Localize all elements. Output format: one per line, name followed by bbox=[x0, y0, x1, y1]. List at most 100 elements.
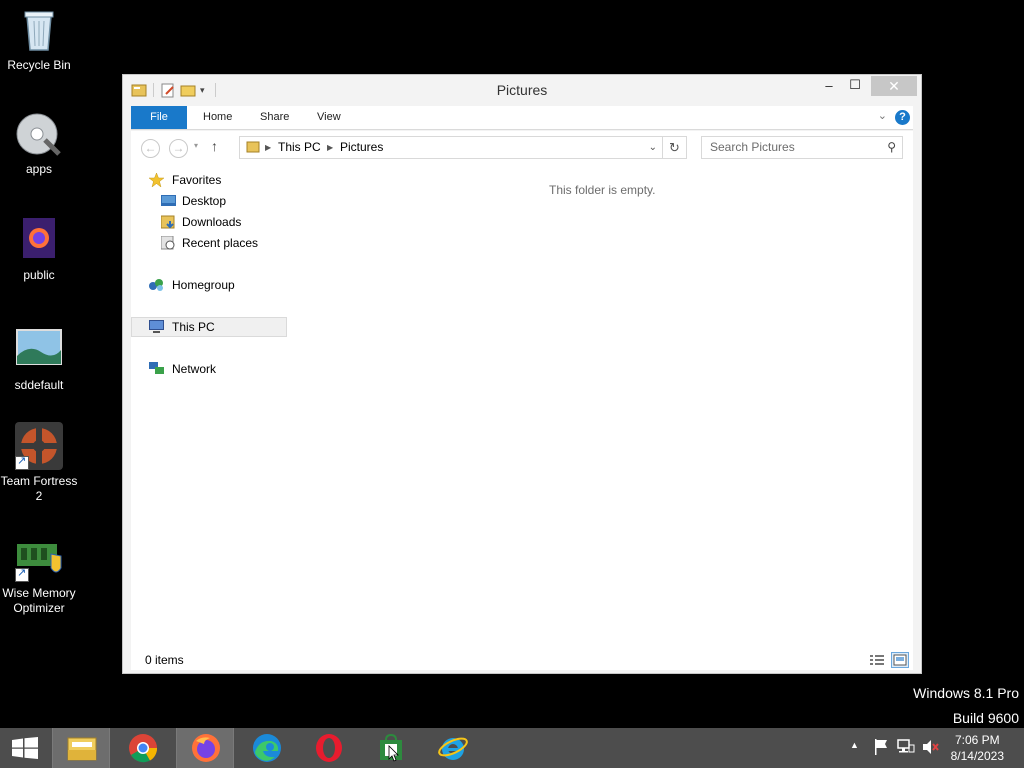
address-dropdown-icon[interactable]: ⌄ bbox=[649, 137, 657, 158]
search-input[interactable]: Search Pictures ⚲ bbox=[701, 136, 903, 159]
title-bar[interactable]: ▾ Pictures – ☐ ✕ bbox=[123, 75, 921, 105]
desktop-icon-wise-memory-optimizer[interactable]: Wise Memory Optimizer bbox=[0, 534, 78, 616]
back-button[interactable]: ← bbox=[141, 139, 160, 158]
content-area: Favorites Desktop Downloads Recent place… bbox=[131, 165, 913, 650]
nav-network[interactable]: Network bbox=[131, 359, 287, 379]
explorer-window: ▾ Pictures – ☐ ✕ File Home Share View ⌄ … bbox=[122, 74, 922, 674]
breadcrumb-this-pc[interactable]: This PC bbox=[278, 137, 321, 158]
computer-icon bbox=[149, 320, 164, 334]
ribbon-tabs: File Home Share View ⌄ ? bbox=[131, 106, 913, 130]
search-icon: ⚲ bbox=[887, 140, 896, 154]
up-button[interactable]: ↑ bbox=[211, 138, 218, 154]
os-edition-watermark: Windows 8.1 Pro bbox=[913, 685, 1019, 701]
taskbar-internet-explorer[interactable] bbox=[424, 728, 482, 768]
clock-date: 8/14/2023 bbox=[950, 749, 1004, 763]
desktop-icon-recycle-bin[interactable]: Recycle Bin bbox=[0, 6, 78, 73]
desktop-icon-label: sddefault bbox=[14, 378, 64, 392]
status-bar: 0 items bbox=[131, 650, 913, 670]
os-build-watermark: Build 9600 bbox=[952, 710, 1019, 726]
recent-locations-icon[interactable]: ▾ bbox=[194, 141, 198, 150]
start-button[interactable] bbox=[0, 728, 52, 768]
taskbar-file-explorer[interactable] bbox=[52, 728, 110, 768]
edge-icon bbox=[253, 734, 281, 762]
nav-homegroup[interactable]: Homegroup bbox=[131, 275, 287, 295]
taskbar-edge[interactable] bbox=[238, 728, 296, 768]
close-button[interactable]: ✕ bbox=[871, 76, 917, 96]
homegroup-icon bbox=[149, 278, 164, 292]
maximize-button[interactable]: ☐ bbox=[841, 74, 869, 96]
nav-label: Desktop bbox=[182, 194, 227, 208]
nav-label: This PC bbox=[172, 320, 215, 334]
desktop-icon-label: Wise Memory Optimizer bbox=[2, 586, 76, 615]
large-icons-view-icon[interactable] bbox=[891, 652, 909, 668]
refresh-button[interactable]: ↻ bbox=[663, 136, 687, 159]
address-bar[interactable]: ▶ This PC ▶ Pictures ⌄ bbox=[239, 136, 663, 159]
taskbar: ▲ 7:06 PM 8/14/2023 bbox=[0, 728, 1024, 768]
tab-view[interactable]: View bbox=[315, 106, 343, 129]
windows-logo-icon bbox=[12, 737, 38, 759]
forward-button[interactable]: → bbox=[169, 139, 188, 158]
item-count: 0 items bbox=[145, 653, 184, 667]
recent-places-icon bbox=[160, 235, 176, 250]
memory-chip-icon bbox=[15, 534, 63, 582]
firefox-file-icon bbox=[15, 216, 63, 264]
desktop-icon-public[interactable]: public bbox=[0, 216, 78, 283]
desktop-icon-sddefault[interactable]: sddefault bbox=[0, 326, 78, 393]
nav-desktop[interactable]: Desktop bbox=[131, 191, 287, 211]
nav-label: Favorites bbox=[172, 173, 222, 187]
search-placeholder: Search Pictures bbox=[710, 140, 795, 154]
nav-favorites[interactable]: Favorites bbox=[131, 170, 287, 190]
action-center-flag-icon[interactable] bbox=[873, 738, 889, 768]
desktop-icon-label: Recycle Bin bbox=[7, 58, 71, 72]
navigation-pane: Favorites Desktop Downloads Recent place… bbox=[131, 165, 287, 650]
nav-downloads[interactable]: Downloads bbox=[131, 212, 287, 232]
opera-icon bbox=[316, 734, 342, 762]
minimize-button[interactable]: – bbox=[815, 75, 843, 97]
network-icon bbox=[149, 362, 164, 376]
taskbar-opera[interactable] bbox=[300, 728, 358, 768]
system-clock[interactable]: 7:06 PM 8/14/2023 bbox=[951, 732, 1004, 764]
downloads-folder-icon bbox=[160, 215, 176, 229]
shortcut-arrow-icon bbox=[15, 566, 29, 582]
clock-time: 7:06 PM bbox=[954, 733, 1000, 747]
window-title: Pictures bbox=[496, 82, 548, 98]
breadcrumb-pictures[interactable]: Pictures bbox=[340, 137, 383, 158]
nav-label: Network bbox=[172, 362, 217, 376]
taskbar-chrome[interactable] bbox=[114, 728, 172, 768]
file-explorer-icon bbox=[67, 737, 97, 761]
tab-file[interactable]: File bbox=[131, 106, 187, 129]
details-view-icon[interactable] bbox=[868, 652, 886, 668]
volume-muted-icon[interactable] bbox=[922, 739, 940, 768]
breadcrumb-separator-icon[interactable]: ▶ bbox=[265, 137, 271, 158]
desktop-folder-icon bbox=[161, 194, 176, 208]
expand-ribbon-icon[interactable]: ⌄ bbox=[878, 109, 887, 122]
nav-label: Homegroup bbox=[172, 278, 235, 292]
desktop-icon-apps[interactable]: apps bbox=[0, 110, 78, 177]
chrome-icon bbox=[129, 734, 158, 763]
taskbar-wise-memory-optimizer[interactable] bbox=[362, 728, 420, 768]
desktop-icon-label: apps bbox=[25, 162, 53, 176]
desktop-icon-label: public bbox=[23, 268, 55, 282]
image-thumbnail-icon bbox=[15, 326, 63, 374]
disc-icon bbox=[15, 110, 63, 158]
desktop-icon-team-fortress-2[interactable]: Team Fortress 2 bbox=[0, 422, 78, 504]
tab-share[interactable]: Share bbox=[258, 106, 291, 129]
show-hidden-icons-button[interactable]: ▲ bbox=[850, 740, 859, 768]
nav-label: Downloads bbox=[182, 215, 242, 229]
star-icon bbox=[148, 172, 165, 188]
team-fortress-icon bbox=[15, 422, 63, 470]
tab-home[interactable]: Home bbox=[201, 106, 234, 129]
taskbar-firefox[interactable] bbox=[176, 728, 234, 768]
breadcrumb-separator-icon[interactable]: ▶ bbox=[327, 137, 333, 158]
location-folder-icon bbox=[246, 140, 260, 161]
shortcut-arrow-icon bbox=[15, 454, 29, 470]
desktop-icon-label: Team Fortress 2 bbox=[0, 474, 78, 503]
nav-recent-places[interactable]: Recent places bbox=[131, 233, 287, 253]
firefox-icon bbox=[192, 734, 220, 762]
address-row: ← → ▾ ↑ ▶ This PC ▶ Pictures ⌄ ↻ Search … bbox=[131, 131, 913, 165]
network-status-icon[interactable] bbox=[897, 739, 915, 768]
store-bag-icon bbox=[380, 733, 402, 762]
empty-folder-message: This folder is empty. bbox=[549, 183, 656, 197]
nav-this-pc[interactable]: This PC bbox=[131, 317, 287, 337]
help-button[interactable]: ? bbox=[895, 110, 910, 125]
